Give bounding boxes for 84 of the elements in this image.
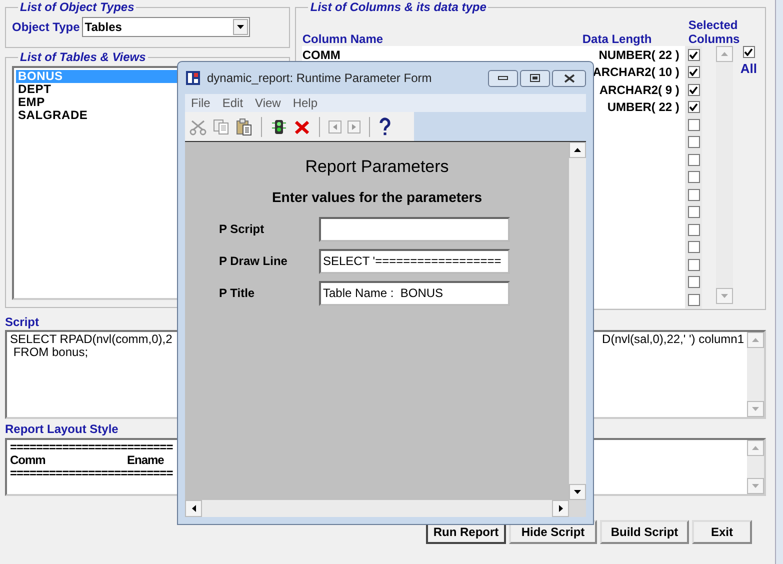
layout-rule-text: ========================= xyxy=(10,441,174,454)
scroll-up-icon xyxy=(574,148,581,152)
form-heading: Report Parameters xyxy=(305,157,449,177)
app-icon xyxy=(185,70,201,86)
select-all-label: All xyxy=(740,61,757,76)
data-length: ARCHAR2( 9 ) xyxy=(599,82,680,97)
traffic-light-icon[interactable] xyxy=(270,118,288,136)
scroll-up-icon xyxy=(721,52,728,56)
data-length: UMBER( 22 ) xyxy=(607,100,680,114)
vertical-scrollbar[interactable] xyxy=(747,440,764,494)
column-name: COMM xyxy=(302,48,340,62)
column-checkbox[interactable] xyxy=(688,276,700,288)
cut-icon[interactable] xyxy=(189,118,207,136)
parameter-label: P Draw Line xyxy=(218,254,288,268)
column-checkbox[interactable] xyxy=(688,188,700,201)
form-subheading: Enter values for the parameters xyxy=(272,189,482,205)
group-title: List of Columns & its data type xyxy=(309,0,488,14)
field-label: Object Type xyxy=(12,20,80,34)
close-icon xyxy=(564,74,574,82)
script-text: SELECT RPAD(nvl(comm,0),2 xyxy=(10,333,172,346)
dropdown-arrow-icon xyxy=(236,25,244,29)
column-checkbox[interactable] xyxy=(688,84,700,96)
copy-icon[interactable] xyxy=(212,118,230,136)
parameter-label: P Title xyxy=(218,286,256,300)
close-button[interactable] xyxy=(552,70,586,86)
help-icon[interactable] xyxy=(378,116,392,136)
parameter-input[interactable]: Table Name : BONUS xyxy=(319,280,510,306)
column-checkbox[interactable] xyxy=(688,224,700,236)
group-title: List of Object Types xyxy=(19,0,136,14)
scrollbar-corner xyxy=(569,500,586,517)
column-checkbox[interactable] xyxy=(688,136,700,148)
object-type-dropdown[interactable]: Tables xyxy=(82,17,250,37)
menu-item[interactable]: Edit xyxy=(222,96,244,110)
scroll-down-icon xyxy=(721,294,728,298)
action-button[interactable]: Exit xyxy=(692,520,752,544)
script-text: FROM bonus; xyxy=(12,346,88,359)
scroll-down-icon xyxy=(574,490,581,494)
group-title: List of Tables & Views xyxy=(19,50,147,64)
scroll-right-icon xyxy=(558,505,562,512)
column-checkbox[interactable] xyxy=(688,241,700,254)
scroll-left-icon xyxy=(192,505,196,512)
maximize-button[interactable] xyxy=(520,70,550,86)
column-checkbox[interactable] xyxy=(688,66,700,78)
column-header: Data Length xyxy=(582,32,653,46)
section-title: Script xyxy=(5,315,40,330)
scroll-down-icon xyxy=(752,407,759,411)
script-text: D(nvl(sal,0),22,' ') column1 xyxy=(602,333,744,346)
select-all-checkbox[interactable] xyxy=(742,46,755,58)
minimize-button[interactable] xyxy=(488,70,518,86)
column-checkbox[interactable] xyxy=(688,171,700,184)
paste-icon[interactable] xyxy=(235,118,253,136)
column-checkbox[interactable] xyxy=(688,294,700,306)
parameter-input[interactable]: SELECT '================== xyxy=(319,248,510,274)
layout-rule-text: ========================= xyxy=(10,467,174,480)
action-button[interactable]: Build Script xyxy=(600,520,689,544)
column-header: Selected Columns xyxy=(688,18,741,46)
layout-heading: Ename xyxy=(127,454,164,467)
parameter-input[interactable] xyxy=(319,216,510,242)
column-checkbox[interactable] xyxy=(688,258,700,271)
vertical-scrollbar[interactable] xyxy=(716,46,734,304)
menu-item[interactable]: Help xyxy=(292,96,318,110)
parameter-label: P Script xyxy=(218,222,266,236)
layout-heading: Comm xyxy=(10,454,46,467)
data-length: ARCHAR2( 10 ) xyxy=(592,65,680,80)
column-header: Column Name xyxy=(302,32,384,46)
column-checkbox[interactable] xyxy=(688,48,700,61)
scroll-up-icon xyxy=(752,338,759,342)
column-checkbox[interactable] xyxy=(688,206,700,218)
vertical-scrollbar[interactable] xyxy=(569,142,586,500)
section-title: Report Layout Style xyxy=(5,422,120,437)
next-icon[interactable] xyxy=(347,118,361,134)
menu-item[interactable]: View xyxy=(255,96,281,110)
data-length: NUMBER( 22 ) xyxy=(598,48,680,62)
horizontal-scrollbar[interactable] xyxy=(185,500,569,517)
column-checkbox[interactable] xyxy=(688,154,700,166)
previous-icon[interactable] xyxy=(328,118,342,134)
column-checkbox[interactable] xyxy=(688,101,700,114)
menu-item[interactable]: File xyxy=(191,96,210,110)
scroll-down-icon xyxy=(752,484,759,488)
minimize-icon xyxy=(498,76,508,80)
scroll-up-icon xyxy=(752,446,759,450)
vertical-scrollbar[interactable] xyxy=(747,332,764,417)
maximize-icon xyxy=(530,74,540,82)
column-checkbox[interactable] xyxy=(688,118,700,131)
